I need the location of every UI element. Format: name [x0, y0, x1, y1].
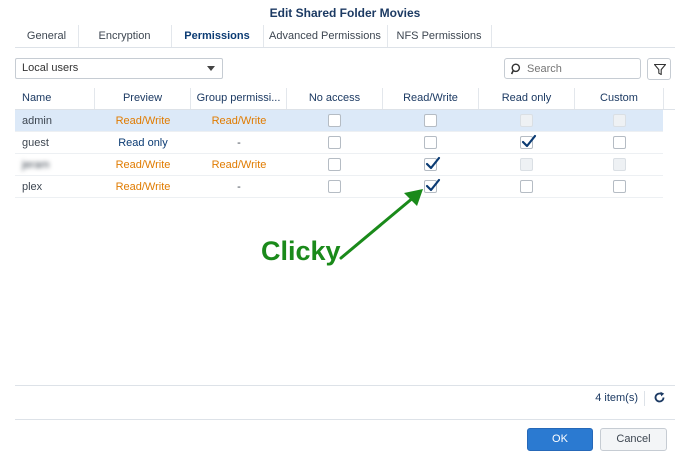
read-only-checkbox: [520, 158, 533, 171]
read-only-checkbox[interactable]: [520, 180, 533, 193]
tab-bar: General Encryption Permissions Advanced …: [15, 25, 675, 48]
annotation-label: Clicky: [261, 236, 341, 266]
refresh-button[interactable]: [653, 391, 666, 407]
custom-checkbox: [613, 114, 626, 127]
user-type-value: Local users: [22, 62, 79, 74]
no-access-checkbox[interactable]: [328, 158, 341, 171]
tab-general[interactable]: General: [15, 25, 79, 47]
tab-encryption[interactable]: Encryption: [78, 25, 172, 47]
no-access-checkbox[interactable]: [328, 136, 341, 149]
checkmark-icon: [521, 134, 537, 148]
user-name: guest: [22, 137, 49, 149]
divider: [644, 391, 645, 406]
read-write-checkbox[interactable]: [424, 136, 437, 149]
no-access-checkbox[interactable]: [328, 114, 341, 127]
table-row[interactable]: guest Read only -: [15, 132, 663, 154]
tab-permissions[interactable]: Permissions: [171, 25, 264, 47]
read-write-checkbox[interactable]: [424, 156, 441, 171]
ok-button[interactable]: OK: [527, 428, 593, 451]
filter-button[interactable]: [647, 58, 671, 80]
group-permission: -: [237, 181, 241, 193]
group-permission: Read/Write: [211, 115, 267, 127]
user-name: jeram: [22, 159, 50, 171]
read-only-checkbox[interactable]: [520, 134, 537, 149]
divider: [15, 385, 675, 386]
tab-advanced-permissions[interactable]: Advanced Permissions: [263, 25, 388, 47]
chevron-down-icon: [207, 66, 215, 71]
column-header-no-access[interactable]: No access: [287, 88, 383, 109]
preview-permission: Read/Write: [115, 181, 171, 193]
read-write-checkbox[interactable]: [424, 114, 437, 127]
group-permission: Read/Write: [211, 159, 267, 171]
filter-icon: [654, 64, 666, 75]
group-permission: -: [237, 137, 241, 149]
table-row[interactable]: plex Read/Write -: [15, 176, 663, 198]
user-type-select[interactable]: Local users: [15, 58, 223, 79]
table-row[interactable]: jeram Read/Write Read/Write: [15, 154, 663, 176]
column-header-read-write[interactable]: Read/Write: [383, 88, 479, 109]
window-title: Edit Shared Folder Movies: [269, 6, 421, 20]
checkmark-icon: [425, 156, 441, 170]
preview-permission: Read/Write: [115, 115, 171, 127]
preview-permission: Read/Write: [115, 159, 171, 171]
no-access-checkbox[interactable]: [328, 180, 341, 193]
item-count: 4 item(s): [595, 392, 638, 404]
refresh-icon: [654, 391, 665, 403]
table-row[interactable]: admin Read/Write Read/Write: [15, 110, 663, 132]
user-name: plex: [22, 181, 43, 193]
search-icon: [511, 63, 521, 75]
tab-nfs-permissions[interactable]: NFS Permissions: [387, 25, 492, 47]
checkmark-icon: [425, 178, 441, 192]
table-header: Name Preview Group permissi... No access…: [15, 88, 675, 110]
column-header-preview[interactable]: Preview: [95, 88, 191, 109]
custom-checkbox[interactable]: [613, 136, 626, 149]
user-name: admin: [22, 115, 52, 127]
search-box: [504, 58, 641, 79]
preview-permission: Read only: [118, 137, 168, 149]
custom-checkbox[interactable]: [613, 180, 626, 193]
search-input[interactable]: [527, 60, 635, 77]
column-header-custom[interactable]: Custom: [575, 88, 664, 109]
custom-checkbox: [613, 158, 626, 171]
column-header-read-only[interactable]: Read only: [479, 88, 575, 109]
column-header-group-permission[interactable]: Group permissi...: [191, 88, 287, 109]
read-only-checkbox: [520, 114, 533, 127]
read-write-checkbox[interactable]: [424, 178, 441, 193]
column-header-name[interactable]: Name: [15, 88, 95, 109]
divider: [15, 419, 675, 420]
cancel-button[interactable]: Cancel: [600, 428, 667, 451]
